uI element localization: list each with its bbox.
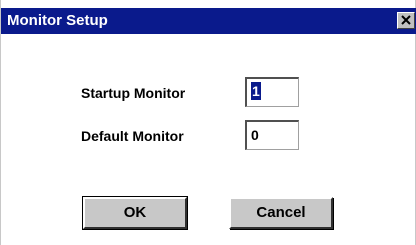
default-monitor-field[interactable]: 0 [245, 120, 299, 150]
title-bar[interactable]: Monitor Setup [1, 8, 416, 34]
close-icon [401, 15, 411, 25]
default-monitor-label: Default Monitor [81, 128, 184, 144]
startup-monitor-field[interactable]: 1 [245, 77, 299, 107]
startup-monitor-label: Startup Monitor [81, 85, 186, 101]
default-monitor-value: 0 [251, 127, 259, 143]
cancel-button[interactable]: Cancel [229, 197, 333, 229]
startup-monitor-value: 1 [251, 82, 261, 100]
window-title: Monitor Setup [7, 12, 108, 29]
ok-button[interactable]: OK [82, 196, 188, 230]
monitor-setup-dialog: Monitor Setup Startup Monitor 1 Default … [0, 0, 416, 245]
close-button[interactable] [397, 12, 415, 29]
